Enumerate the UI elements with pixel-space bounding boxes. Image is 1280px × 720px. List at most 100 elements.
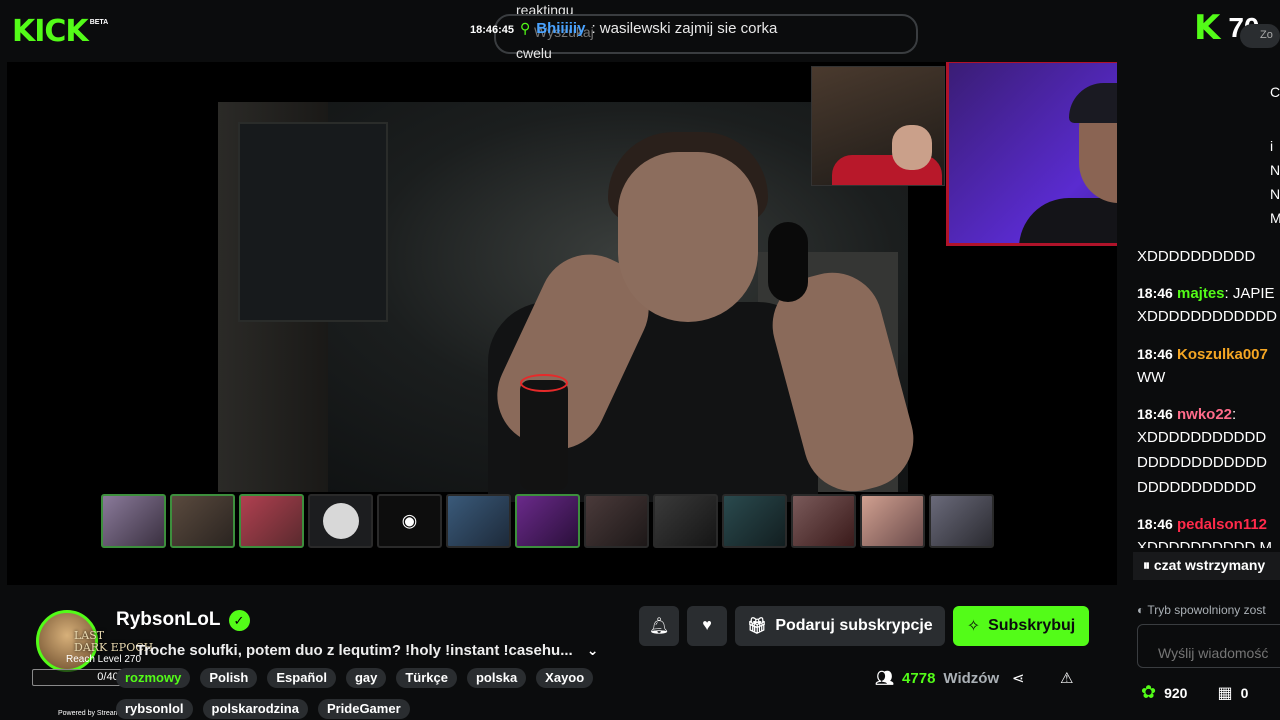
tag[interactable]: PrideGamer <box>317 699 410 719</box>
headphones <box>768 222 808 302</box>
store-icon: ▦ <box>1217 684 1233 702</box>
gift-icon: 🎁︎ <box>747 618 768 635</box>
top-navigation-bar: KICK BETA reaktingu 18:46:45 ⚲ Bhiiiiiy … <box>0 0 1280 62</box>
chevron-down-icon[interactable]: ⌄ <box>587 642 599 659</box>
share-icon[interactable]: ⋖ <box>1012 669 1025 687</box>
video-player[interactable]: ◉ <box>7 62 1117 585</box>
stream-title-row: Troche solufki, potem duo z lequtim? !ho… <box>136 642 598 659</box>
beta-badge: BETA <box>89 19 109 26</box>
thumbnail[interactable]: ◉ <box>377 494 442 548</box>
store-button[interactable]: ▦ 0 <box>1217 683 1248 703</box>
streamer-figure <box>368 132 925 503</box>
chat-message-text: : <box>1232 406 1237 423</box>
streamer-name-row: RybsonLoL ✓ <box>116 609 250 631</box>
chat-timestamp: 18:46 <box>1137 285 1173 301</box>
subscribe-button[interactable]: ✧ Subskrybuj <box>952 606 1090 646</box>
tag[interactable]: gay <box>345 668 387 688</box>
chat-username[interactable]: majtes <box>1177 285 1225 302</box>
snail-icon: ◐ <box>1137 603 1145 617</box>
tag[interactable]: Türkçe <box>396 668 457 688</box>
kick-k-icon: K <box>1194 8 1221 48</box>
thumbnail[interactable] <box>653 494 718 548</box>
guest-cap <box>1069 83 1117 123</box>
overlay-ghost-text-bottom: cwelu <box>516 45 552 61</box>
verified-badge-icon: ✓ <box>228 609 250 631</box>
chat-timestamp: 18:46 <box>1137 516 1173 532</box>
reach-level-text: Reach Level 270 <box>66 654 142 665</box>
notifications-bell-button[interactable]: 🔔︎ <box>639 606 679 646</box>
chat-message-input[interactable] <box>1137 624 1280 668</box>
chat-message-continuation: XDDDDDDDDDDDD <box>1137 308 1277 325</box>
points-icon: ✿ <box>1141 682 1157 702</box>
clipped-char: N <box>1270 162 1280 178</box>
stream-title: Troche solufki, potem duo z lequtim? !ho… <box>136 642 573 659</box>
gift-label: Podaruj subskrypcje <box>775 617 933 634</box>
clipped-char: i <box>1270 138 1274 154</box>
channel-points-button[interactable]: ✿ 920 <box>1141 682 1187 703</box>
stream-tags: rozmowy Polish Español gay Türkçe polska… <box>116 668 616 688</box>
thumbnail[interactable] <box>515 494 580 548</box>
viewer-label: Widzów <box>943 669 1000 687</box>
channel-actions: 🔔︎ ♥ 🎁︎ Podaruj subskrypcje ✧ Subskrybuj <box>639 606 1090 646</box>
guest-body <box>1019 198 1117 243</box>
tag[interactable]: Xayoo <box>536 668 594 688</box>
tag[interactable]: polska <box>466 668 527 688</box>
microphone <box>520 380 568 490</box>
points-count: 920 <box>1164 684 1188 701</box>
user-menu-button[interactable]: Zo <box>1240 24 1280 48</box>
overlay-chat-text: : wasilewski zajmij sie corka <box>591 20 778 37</box>
chat-username[interactable]: pedalson112 <box>1177 516 1267 533</box>
multistream-thumbnails: ◉ <box>101 494 994 548</box>
chat-message-continuation: DDDDDDDDDDD <box>1137 479 1257 496</box>
chat-timestamp: 18:46 <box>1137 346 1173 362</box>
gift-subscriptions-button[interactable]: 🎁︎ Podaruj subskrypcje <box>735 606 945 646</box>
clipped-char: M <box>1270 210 1280 226</box>
chat-paused-banner[interactable]: ⏸ czat wstrzymany <box>1133 552 1280 580</box>
clipped-char: N <box>1270 186 1280 202</box>
figure-head <box>618 152 758 322</box>
store-count: 0 <box>1240 684 1249 701</box>
thumbnail[interactable] <box>239 494 304 548</box>
pause-icon: ⏸ <box>1143 557 1150 573</box>
chat-message: 18:46 Koszulka007 <box>1137 342 1268 367</box>
thumbnail[interactable] <box>446 494 511 548</box>
report-warning-icon[interactable]: ⚠ <box>1060 669 1073 687</box>
follow-heart-button[interactable]: ♥ <box>687 606 727 646</box>
kick-logo[interactable]: KICK BETA <box>12 16 108 48</box>
guest-camera-large <box>946 62 1117 246</box>
chat-username[interactable]: nwko22 <box>1177 406 1232 423</box>
thumbnail[interactable] <box>860 494 925 548</box>
thumbnail[interactable] <box>308 494 373 548</box>
chat-message-continuation: XDDDDDDDDDD M <box>1137 539 1272 548</box>
chat-timestamp: 18:46 <box>1137 406 1173 422</box>
chat-message-continuation: DDDDDDDDDDDD <box>1137 454 1267 471</box>
search-icon: ⚲ <box>520 20 531 36</box>
chat-message-text: XDDDDDDDDDD <box>1137 248 1256 265</box>
thumbnail[interactable] <box>791 494 856 548</box>
chat-panel: XDDDDDDDDDD 18:46 majtes: JAPIE XDDDDDDD… <box>1117 62 1280 720</box>
guest-camera-small <box>811 66 945 186</box>
clipped-char: C <box>1270 84 1280 100</box>
tag[interactable]: Polish <box>200 668 258 688</box>
guest-face <box>892 125 932 170</box>
thumbnail[interactable] <box>584 494 649 548</box>
thumbnail[interactable] <box>170 494 235 548</box>
overlay-chat-user: Bhiiiiiy <box>536 20 586 37</box>
viewer-count-row: 👥︎ 4778 Widzów <box>875 669 1000 688</box>
chat-message-continuation: WW <box>1137 369 1166 386</box>
tag[interactable]: polskarodzina <box>202 699 308 719</box>
overlay-chat-time: 18:46:45 <box>470 24 515 36</box>
sparkle-icon: ✧ <box>966 618 981 635</box>
viewer-count: 4778 <box>902 669 936 687</box>
thumbnail[interactable] <box>929 494 994 548</box>
thumbnail[interactable] <box>722 494 787 548</box>
scene-window <box>238 122 388 322</box>
overlay-chat-message: ⚲ Bhiiiiiy : wasilewski zajmij sie corka <box>520 20 777 37</box>
tag[interactable]: Español <box>267 668 336 688</box>
tag[interactable]: rybsonlol <box>116 699 193 719</box>
streamer-name[interactable]: RybsonLoL <box>116 609 221 631</box>
users-icon: 👥︎ <box>875 670 895 687</box>
chat-username[interactable]: Koszulka007 <box>1177 346 1268 363</box>
tag[interactable]: rozmowy <box>116 668 191 688</box>
thumbnail[interactable] <box>101 494 166 548</box>
